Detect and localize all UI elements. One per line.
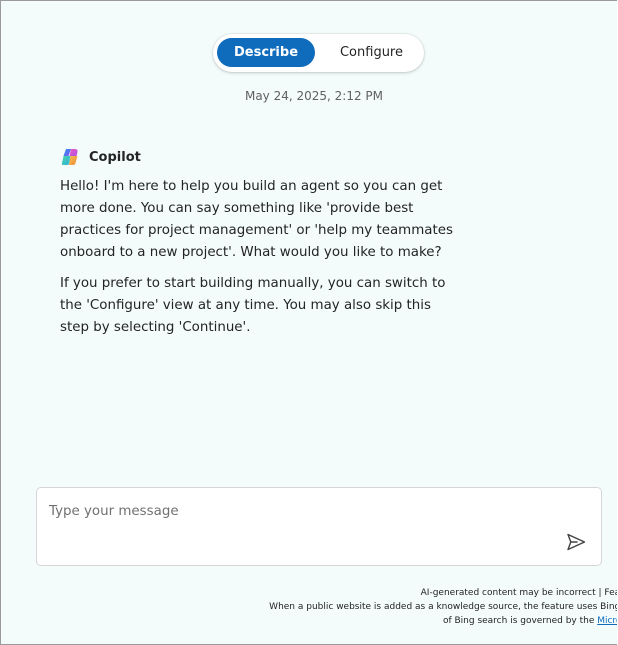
agent-builder-panel: Describe Configure May 24, 2025, 2:12 PM [0, 0, 617, 645]
message-input[interactable] [49, 500, 549, 522]
message-paragraph: Hello! I'm here to help you build an age… [60, 179, 453, 260]
message-timestamp: May 24, 2025, 2:12 PM [244, 89, 384, 103]
sender-name: Copilot [89, 149, 141, 165]
assistant-message: Hello! I'm here to help you build an age… [60, 176, 460, 348]
message-paragraph: If you prefer to start building manually… [60, 276, 446, 335]
disclaimer-line: When a public website is added as a know… [269, 602, 617, 612]
copilot-logo-icon [61, 149, 78, 165]
message-sender: Copilot [60, 146, 141, 168]
disclaimer: AI-generated content may be incorrect | … [269, 586, 617, 628]
tab-configure[interactable]: Configure [323, 38, 420, 67]
disclaimer-text: of Bing search is governed by the [442, 616, 598, 626]
microsoft-services-link[interactable]: Microsoft Services [597, 616, 617, 626]
disclaimer-line: of Bing search is governed by the Micros… [269, 614, 617, 628]
tab-describe[interactable]: Describe [217, 38, 315, 67]
send-icon[interactable] [565, 531, 587, 553]
disclaimer-line: AI-generated content may be incorrect | … [420, 588, 617, 598]
message-composer [36, 487, 602, 566]
mode-toggle: Describe Configure [213, 34, 424, 72]
